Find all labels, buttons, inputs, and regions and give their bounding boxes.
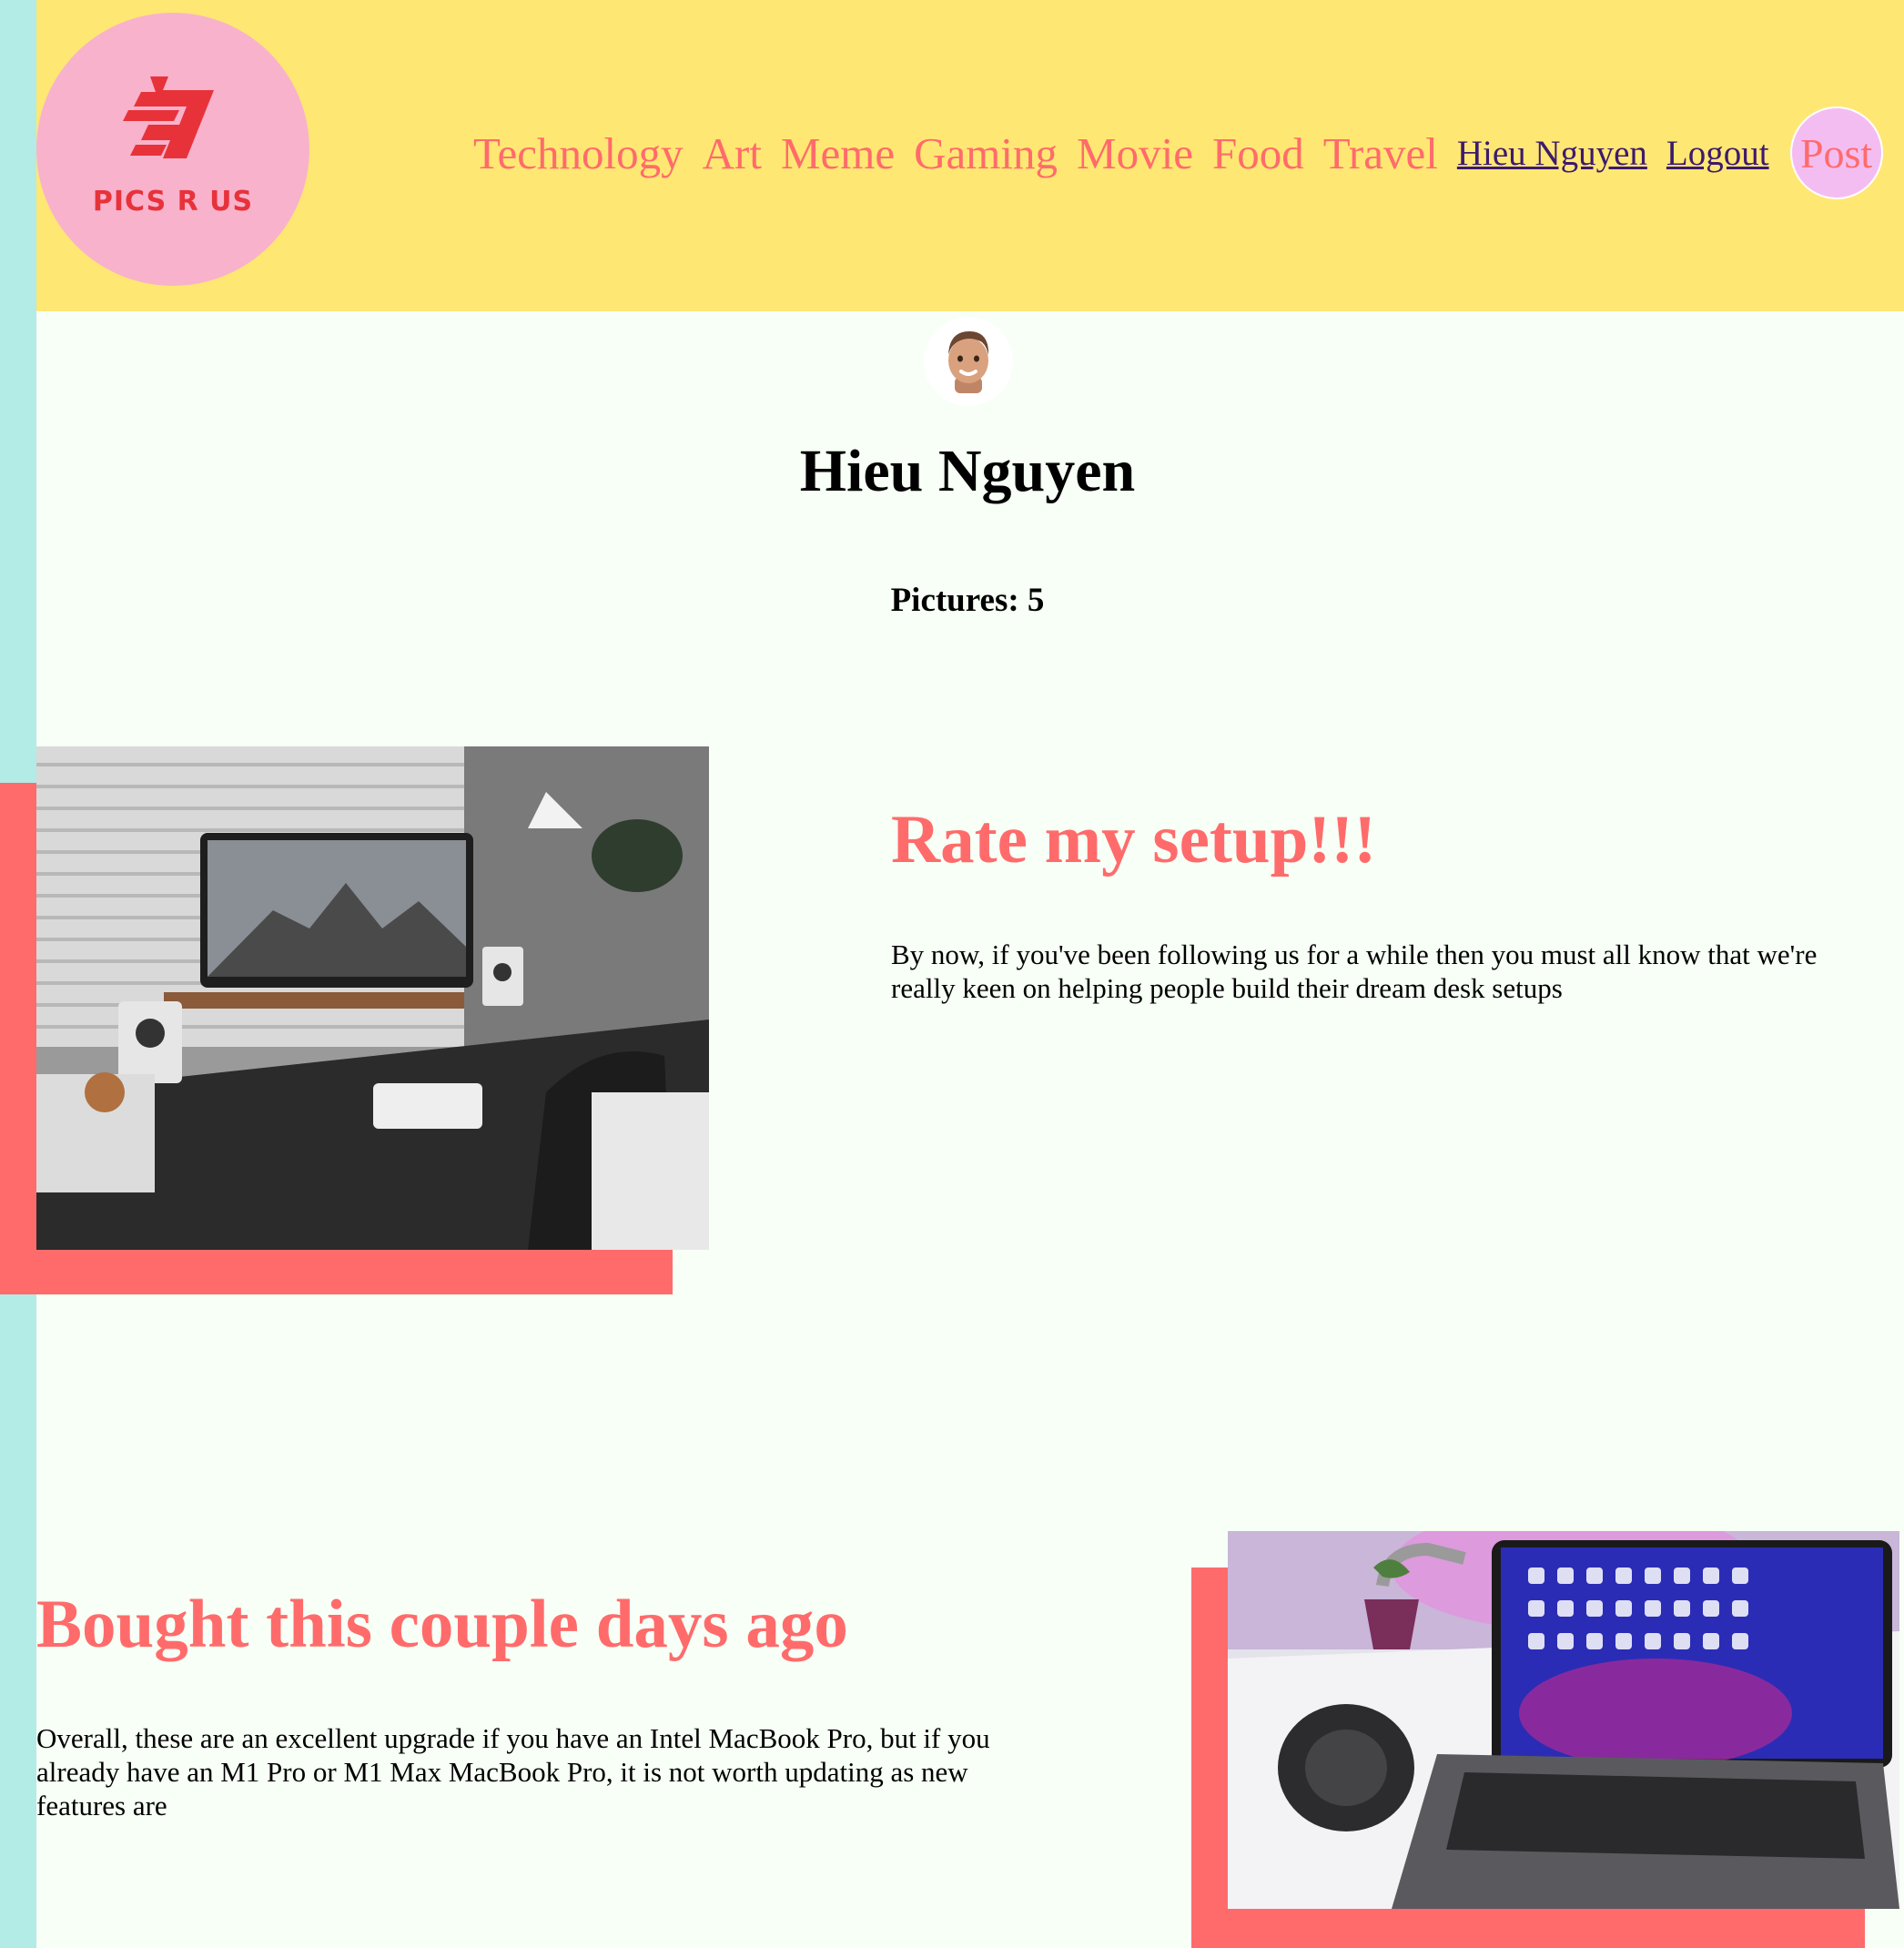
nav-art[interactable]: Art [703, 127, 762, 179]
picture-count: Pictures: 5 [890, 582, 1045, 619]
memoji-avatar-icon [948, 331, 989, 393]
nav-gaming[interactable]: Gaming [914, 127, 1058, 179]
user-profile-link[interactable]: Hieu Nguyen [1457, 133, 1647, 174]
logo-mark-icon [123, 76, 214, 158]
nav-food[interactable]: Food [1212, 127, 1304, 179]
avatar [924, 317, 1013, 406]
nav-technology[interactable]: Technology [473, 127, 684, 179]
post-2-title: Bought this couple days ago [36, 1587, 848, 1662]
profile-name: Hieu Nguyen [799, 438, 1136, 504]
post-2-body: Overall, these are an excellent upgrade … [36, 1722, 990, 1821]
nav-meme[interactable]: Meme [781, 127, 895, 179]
site-header: PICS R US Technology Art Meme Gaming Mov… [36, 0, 1904, 311]
nav-movie[interactable]: Movie [1077, 127, 1193, 179]
macbook-headphones-photo[interactable] [1228, 1531, 1899, 1909]
post-1-title: Rate my setup!!! [891, 802, 1377, 878]
main-nav: Technology Art Meme Gaming Movie Food Tr… [473, 106, 1883, 200]
nav-travel[interactable]: Travel [1323, 127, 1438, 179]
logo[interactable]: PICS R US [36, 13, 309, 286]
logo-text: PICS R US [92, 186, 254, 218]
logout-link[interactable]: Logout [1666, 133, 1769, 174]
post-1-body: By now, if you've been following us for … [891, 938, 1818, 1004]
post-button[interactable]: Post [1789, 107, 1883, 199]
desk-setup-photo[interactable] [36, 746, 709, 1250]
